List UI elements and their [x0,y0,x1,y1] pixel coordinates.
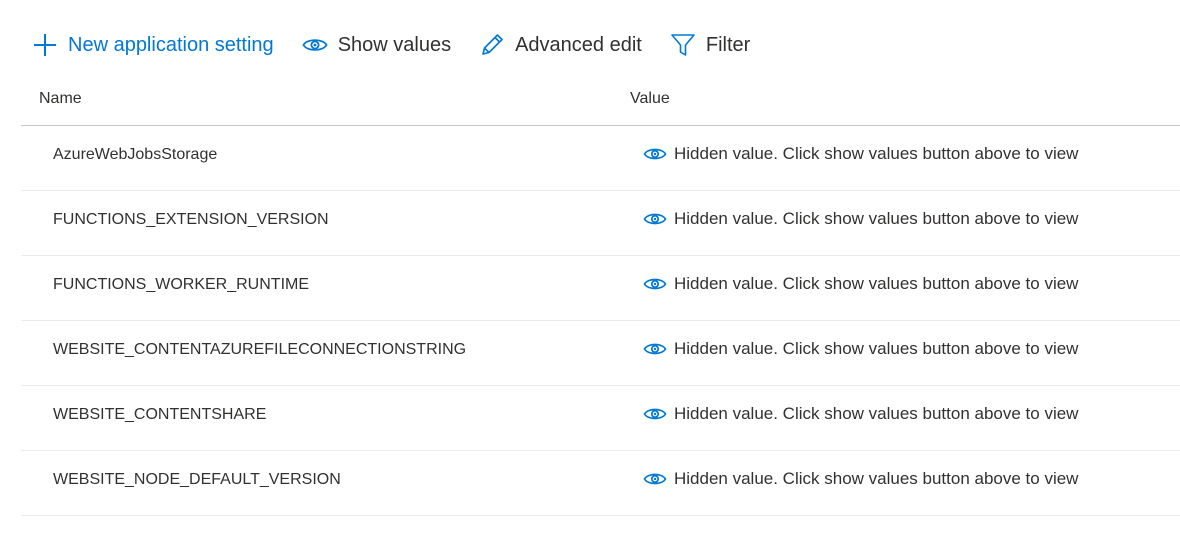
table-row[interactable]: FUNCTIONS_EXTENSION_VERSION Hidden value… [21,191,1180,256]
toolbar: New application setting Show values Adva… [30,26,776,64]
eye-icon [643,339,667,359]
filter-icon [668,30,698,60]
new-application-setting-label: New application setting [68,33,274,56]
advanced-edit-button[interactable]: Advanced edit [477,26,642,64]
app-settings-table: Name Value AzureWebJobsStorage Hidden va… [21,80,1180,516]
show-values-label: Show values [337,33,452,56]
setting-name[interactable]: AzureWebJobsStorage [53,146,217,164]
hidden-value[interactable]: Hidden value. Click show values button a… [643,144,1078,164]
table-row[interactable]: WEBSITE_CONTENTAZUREFILECONNECTIONSTRING… [21,321,1180,386]
setting-name[interactable]: WEBSITE_CONTENTSHARE [53,406,266,424]
filter-label: Filter [705,33,751,56]
hidden-value-text: Hidden value. Click show values button a… [674,404,1079,423]
setting-name[interactable]: WEBSITE_NODE_DEFAULT_VERSION [53,471,341,489]
new-application-setting-button[interactable]: New application setting [30,26,274,64]
table-row[interactable]: AzureWebJobsStorage Hidden value. Click … [21,126,1180,191]
table-row[interactable]: FUNCTIONS_WORKER_RUNTIME Hidden value. C… [21,256,1180,321]
setting-name[interactable]: WEBSITE_CONTENTAZUREFILECONNECTIONSTRING [53,341,466,359]
hidden-value-text: Hidden value. Click show values button a… [674,469,1079,488]
pencil-icon [477,30,507,60]
plus-icon [30,30,60,60]
table-row[interactable]: WEBSITE_NODE_DEFAULT_VERSION Hidden valu… [21,451,1180,516]
column-header-value[interactable]: Value [630,90,670,108]
show-values-button[interactable]: Show values [300,26,451,64]
hidden-value[interactable]: Hidden value. Click show values button a… [643,404,1078,424]
hidden-value-text: Hidden value. Click show values button a… [674,274,1079,293]
column-header-name[interactable]: Name [39,90,82,108]
setting-name[interactable]: FUNCTIONS_WORKER_RUNTIME [53,276,309,294]
table-row[interactable]: WEBSITE_CONTENTSHARE Hidden value. Click… [21,386,1180,451]
hidden-value-text: Hidden value. Click show values button a… [674,339,1079,358]
hidden-value[interactable]: Hidden value. Click show values button a… [643,209,1078,229]
advanced-edit-label: Advanced edit [515,33,642,56]
eye-icon [643,469,667,489]
hidden-value[interactable]: Hidden value. Click show values button a… [643,274,1078,294]
eye-icon [300,30,330,60]
hidden-value-text: Hidden value. Click show values button a… [674,144,1079,163]
hidden-value-text: Hidden value. Click show values button a… [674,209,1079,228]
table-header: Name Value [21,80,1180,126]
hidden-value[interactable]: Hidden value. Click show values button a… [643,339,1078,359]
eye-icon [643,209,667,229]
eye-icon [643,274,667,294]
hidden-value[interactable]: Hidden value. Click show values button a… [643,469,1078,489]
eye-icon [643,404,667,424]
filter-button[interactable]: Filter [668,26,750,64]
app-settings-page: New application setting Show values Adva… [0,0,1180,538]
eye-icon [643,144,667,164]
setting-name[interactable]: FUNCTIONS_EXTENSION_VERSION [53,211,329,229]
